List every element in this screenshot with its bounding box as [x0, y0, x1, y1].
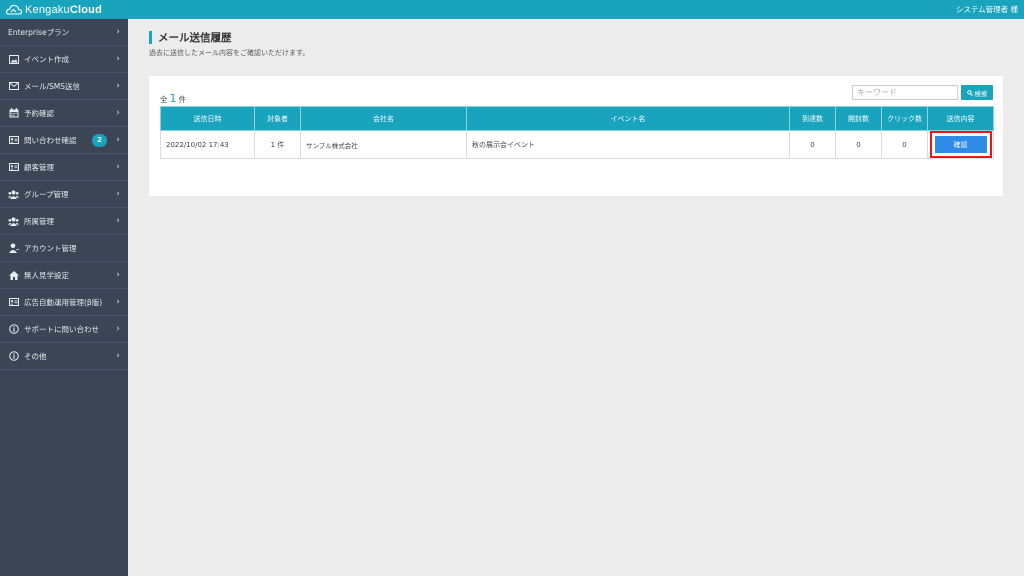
count-prefix: 全 [160, 95, 168, 104]
chevron-right-icon: › [116, 216, 120, 226]
sidebar-item-unmanned-tour[interactable]: 無人見学設定 › [0, 262, 128, 289]
column-header-event[interactable]: イベント名 [466, 106, 790, 131]
chevron-right-icon: › [116, 351, 120, 361]
keyword-search-input[interactable] [852, 85, 958, 100]
sidebar-item-support[interactable]: サポートに問い合わせ › [0, 316, 128, 343]
table-header-row: 送信日時 対象者 会社名 イベント名 到達数 開封数 クリック数 送信内容 [160, 106, 994, 131]
logo-text-light: Kengaku [25, 3, 70, 16]
column-header-delivered[interactable]: 到達数 [789, 106, 836, 131]
cell-delivered: 0 [789, 130, 836, 159]
id-card-icon [8, 135, 19, 145]
main-content: メール送信履歴 過去に送信したメール内容をご確認いただけます。 全 1 件 検索… [128, 19, 1024, 576]
count-suffix: 件 [178, 95, 187, 104]
sidebar: Enterpriseプラン › イベント作成 › メール/SMS送信 › 予約確… [0, 19, 128, 576]
id-card-icon [8, 162, 19, 172]
sidebar-item-ads[interactable]: 広告自動運用管理(β版) › [0, 289, 128, 316]
sidebar-item-label: 問い合わせ確認 [24, 135, 77, 145]
user-name[interactable]: システム管理者 様 [956, 4, 1018, 15]
id-card-icon [8, 297, 19, 307]
chevron-right-icon: › [116, 324, 120, 334]
cell-event: 秋の展示会イベント [466, 130, 790, 159]
users-icon [8, 216, 19, 226]
sidebar-item-affiliation[interactable]: 所属管理 › [0, 208, 128, 235]
chevron-right-icon: › [116, 189, 120, 199]
sidebar-item-label: サポートに問い合わせ [24, 324, 99, 334]
count-value: 1 [169, 92, 177, 105]
table-row: 2022/10/02 17:43 1 件 サンプル株式会社 秋の展示会イベント … [160, 130, 994, 159]
cell-sent-at: 2022/10/02 17:43 [160, 130, 255, 159]
sidebar-item-label: 顧客管理 [24, 162, 54, 172]
envelope-icon [8, 81, 19, 91]
confirm-button-wrapper: 確認 [928, 131, 993, 158]
highlight-outline: 確認 [929, 131, 992, 158]
info-icon [8, 324, 19, 334]
column-header-target[interactable]: 対象者 [254, 106, 301, 131]
sidebar-item-plan[interactable]: Enterpriseプラン › [0, 19, 128, 46]
sidebar-item-mail-sms[interactable]: メール/SMS送信 › [0, 73, 128, 100]
result-count: 全 1 件 [160, 92, 186, 105]
cell-target: 1 件 [254, 130, 301, 159]
page-title: メール送信履歴 [149, 30, 232, 45]
page-description: 過去に送信したメール内容をご確認いただけます。 [149, 49, 310, 57]
top-header: KengakuCloud システム管理者 様 [0, 0, 1024, 19]
sidebar-item-label: 広告自動運用管理(β版) [24, 297, 103, 307]
sidebar-item-label: Enterpriseプラン [8, 27, 70, 37]
sidebar-item-label: 予約確認 [24, 108, 54, 118]
sidebar-item-inquiry[interactable]: 問い合わせ確認 2 › [0, 127, 128, 154]
sidebar-item-label: その他 [24, 351, 47, 361]
chevron-right-icon: › [116, 27, 120, 37]
mail-history-table: 送信日時 対象者 会社名 イベント名 到達数 開封数 クリック数 送信内容 20… [160, 106, 994, 159]
info-icon [8, 351, 19, 361]
sidebar-item-label: 所属管理 [24, 216, 54, 226]
confirm-button[interactable]: 確認 [934, 136, 987, 153]
calendar-icon [8, 108, 19, 118]
users-icon [8, 189, 19, 199]
sidebar-item-event-create[interactable]: イベント作成 › [0, 46, 128, 73]
chevron-right-icon: › [116, 270, 120, 280]
sidebar-item-groups[interactable]: グループ管理 › [0, 181, 128, 208]
sidebar-item-customers[interactable]: 顧客管理 › [0, 154, 128, 181]
column-header-content: 送信内容 [927, 106, 994, 131]
sidebar-item-reservation[interactable]: 予約確認 › [0, 100, 128, 127]
chevron-right-icon: › [116, 135, 120, 145]
home-icon [8, 270, 19, 280]
cell-clicks: 0 [881, 130, 928, 159]
chevron-right-icon: › [116, 297, 120, 307]
chevron-right-icon: › [116, 162, 120, 172]
search-button-label: 検索 [974, 89, 988, 98]
search-button[interactable]: 検索 [961, 85, 993, 100]
sidebar-item-label: 無人見学設定 [24, 270, 69, 280]
sidebar-item-label: グループ管理 [24, 189, 69, 199]
sidebar-item-label: メール/SMS送信 [24, 81, 81, 91]
logo-text-bold: Cloud [69, 3, 102, 16]
notification-badge: 2 [92, 133, 107, 147]
page-title-text: メール送信履歴 [158, 32, 232, 44]
sidebar-item-label: アカウント管理 [24, 243, 77, 253]
image-icon [8, 54, 19, 64]
title-accent-bar [149, 31, 152, 44]
cell-action: 確認 [927, 130, 994, 159]
history-panel: 全 1 件 検索 送信日時 対象者 会社名 イベント名 到達数 開封数 [149, 76, 1003, 196]
column-header-clicks[interactable]: クリック数 [881, 106, 928, 131]
chevron-right-icon: › [116, 108, 120, 118]
column-header-company[interactable]: 会社名 [300, 106, 467, 131]
sidebar-item-label: イベント作成 [24, 54, 69, 64]
chevron-right-icon: › [116, 81, 120, 91]
cell-opened: 0 [835, 130, 882, 159]
chevron-right-icon: › [116, 54, 120, 64]
cloud-logo-icon [6, 4, 22, 15]
column-header-sent-at[interactable]: 送信日時 [160, 106, 255, 131]
column-header-opened[interactable]: 開封数 [835, 106, 882, 131]
sidebar-item-account[interactable]: アカウント管理 [0, 235, 128, 262]
user-tie-icon [8, 243, 19, 253]
sidebar-item-other[interactable]: その他 › [0, 343, 128, 370]
cell-company: サンプル株式会社 [300, 130, 467, 159]
search-icon [966, 89, 973, 96]
app-logo[interactable]: KengakuCloud [6, 4, 102, 16]
